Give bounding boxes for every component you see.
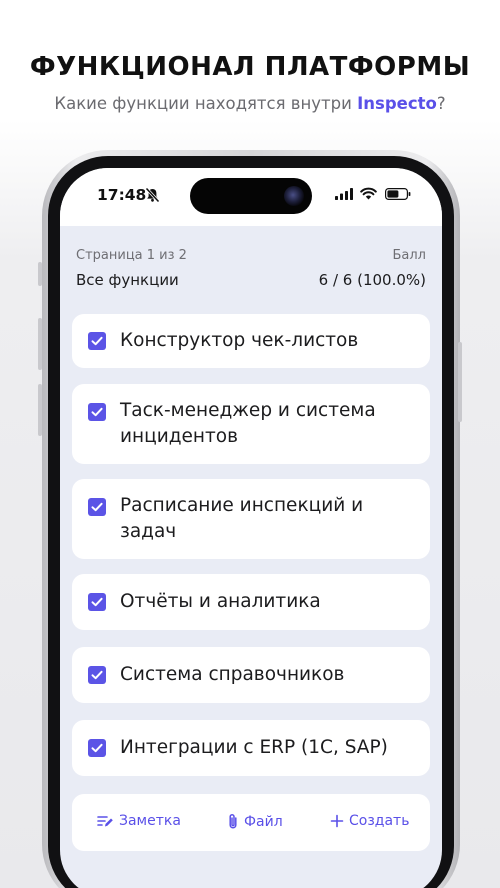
- bell-slash-icon: [145, 187, 160, 203]
- checklist-item-label: Система справочников: [120, 664, 345, 685]
- checklist-item-label: Интеграции с ERP (1С, SAP): [120, 737, 388, 758]
- note-button-label: Заметка: [119, 813, 181, 829]
- file-button-label: Файл: [244, 813, 283, 830]
- checkbox-checked[interactable]: [88, 666, 106, 684]
- status-bar: 17:48: [60, 168, 442, 226]
- promo-subtitle-text: Какие функции находятся внутри: [54, 94, 358, 113]
- signal-icon: [335, 188, 353, 200]
- check-icon: [91, 502, 103, 512]
- check-icon: [91, 670, 103, 680]
- checklist-item[interactable]: Отчёты и аналитика: [72, 574, 430, 630]
- phone-screen: 17:48 Страница 1 из 2 Балл Все функции 6…: [60, 168, 442, 888]
- score-label: Балл: [392, 248, 426, 263]
- checklist-item[interactable]: Интеграции с ERP (1С, SAP): [72, 720, 430, 776]
- status-time: 17:48: [97, 186, 147, 204]
- plus-icon: [330, 814, 344, 828]
- note-button[interactable]: Заметка: [97, 813, 181, 829]
- checklist-item[interactable]: Система справочников: [72, 647, 430, 703]
- create-button-label: Создать: [349, 813, 410, 829]
- checkbox-checked[interactable]: [88, 593, 106, 611]
- checklist-item-label: Отчёты и аналитика: [120, 591, 321, 612]
- volume-up-button: [38, 318, 42, 370]
- power-button: [458, 342, 462, 422]
- battery-icon: [385, 188, 411, 200]
- filter-selector[interactable]: Все функции: [76, 271, 179, 289]
- checkbox-checked[interactable]: [88, 332, 106, 350]
- action-bar: Заметка Файл Создать: [72, 794, 430, 851]
- page-indicator: Страница 1 из 2: [76, 248, 187, 263]
- checklist-item-label: Расписание инспекций и задач: [120, 495, 364, 542]
- checklist-item-label: Таск-менеджер и система инцидентов: [120, 400, 376, 447]
- checklist-item[interactable]: Таск-менеджер и система инцидентов: [72, 384, 430, 464]
- note-icon: [97, 816, 113, 827]
- promo-subtitle-suffix: ?: [436, 94, 446, 113]
- promo-title: ФУНКЦИОНАЛ ПЛАТФОРМЫ: [29, 52, 471, 82]
- check-icon: [91, 336, 103, 346]
- check-icon: [91, 407, 103, 417]
- front-camera: [284, 186, 304, 206]
- wifi-icon: [360, 187, 377, 200]
- checklist-item[interactable]: Расписание инспекций и задач: [72, 479, 430, 559]
- checkbox-checked[interactable]: [88, 739, 106, 757]
- checkbox-checked[interactable]: [88, 498, 106, 516]
- score-value: 6 / 6 (100.0%): [318, 271, 426, 289]
- brand-name: Inspecto: [357, 94, 437, 113]
- checklist-item-label: Конструктор чек-листов: [120, 330, 359, 351]
- promo-subtitle: Какие функции находятся внутри Inspecto?: [0, 94, 500, 113]
- file-button[interactable]: Файл: [227, 813, 283, 830]
- volume-down-button: [38, 384, 42, 436]
- mute-switch: [38, 262, 42, 286]
- paperclip-icon: [229, 813, 237, 829]
- create-button[interactable]: Создать: [330, 813, 409, 829]
- check-icon: [91, 597, 103, 607]
- checklist-item[interactable]: Конструктор чек-листов: [72, 314, 430, 368]
- check-icon: [91, 743, 103, 753]
- checkbox-checked[interactable]: [88, 403, 106, 421]
